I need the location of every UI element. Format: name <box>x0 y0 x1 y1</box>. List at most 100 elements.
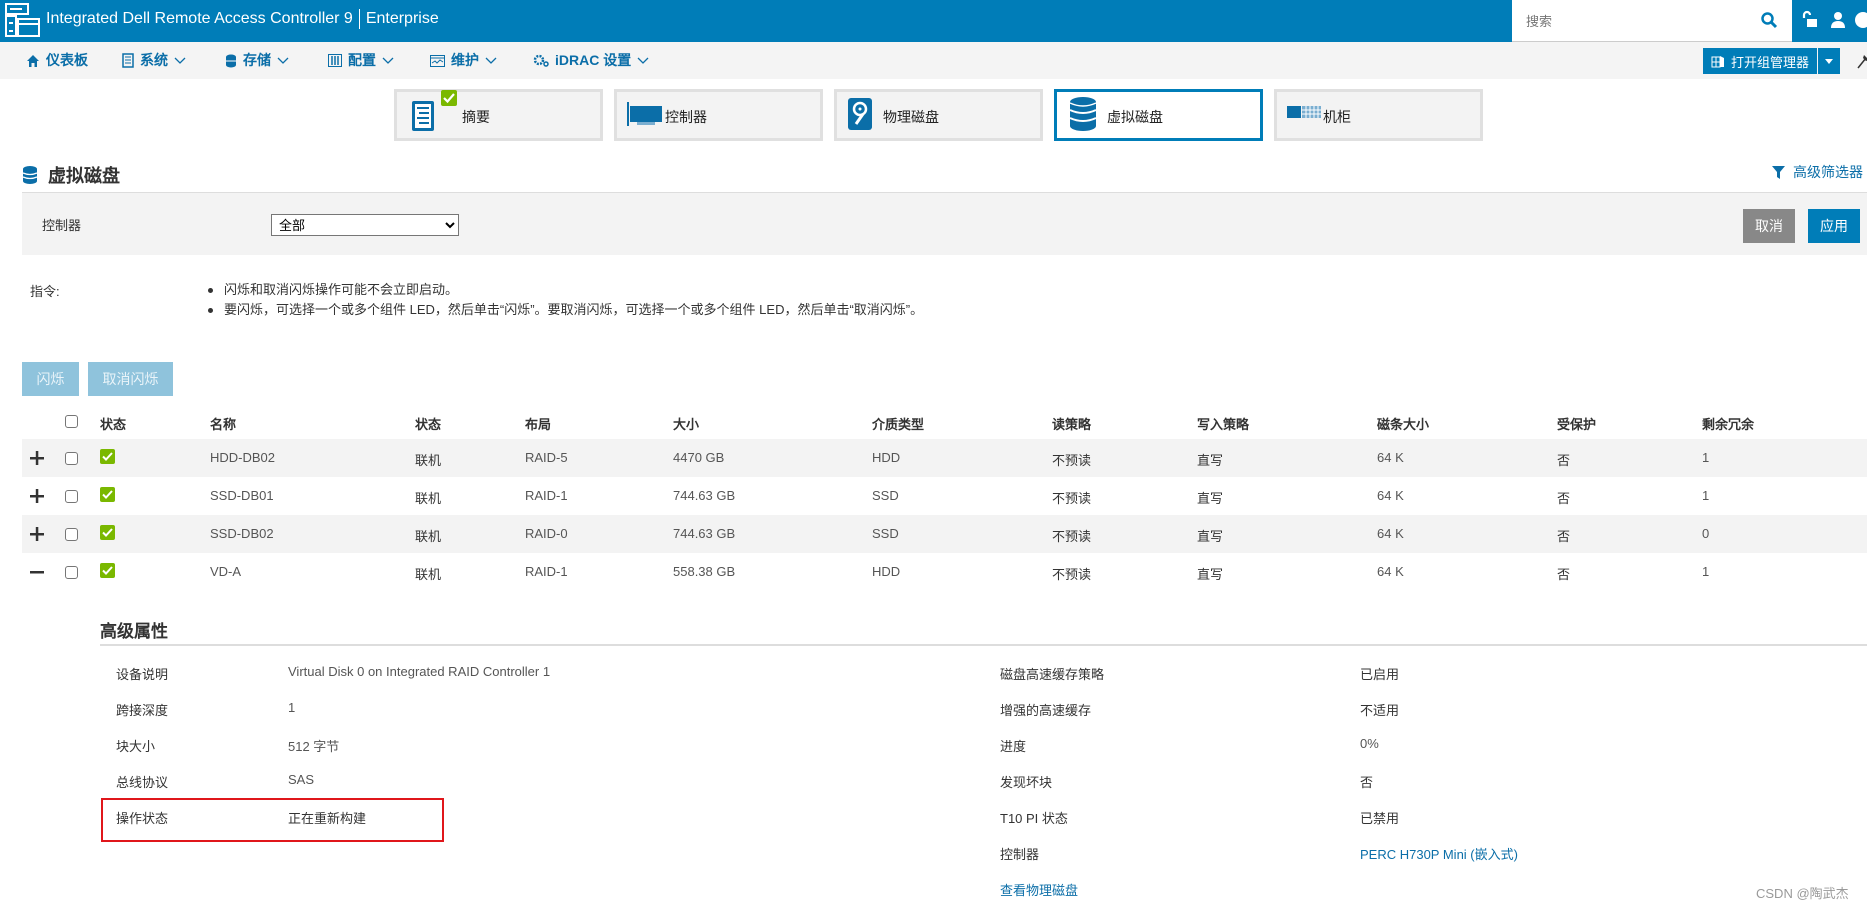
advanced-filter-link[interactable]: 高级筛选器 <box>1772 162 1863 182</box>
help-icon[interactable] <box>1853 10 1867 30</box>
column-header-read-policy[interactable]: 读策略 <box>1052 414 1091 433</box>
cell-size: 744.63 GB <box>673 526 736 541</box>
controller-filter-label: 控制器 <box>42 218 82 233</box>
instruction-item: 闪烁和取消闪烁操作可能不会立即启动。 <box>208 280 948 300</box>
column-header-write-policy[interactable]: 写入策略 <box>1197 414 1249 433</box>
storage-icon <box>226 54 236 67</box>
expand-icon[interactable] <box>29 526 45 542</box>
tab-summary-label: 摘要 <box>462 109 490 125</box>
cell-redundancy: 0 <box>1702 526 1710 541</box>
row-checkbox[interactable] <box>65 490 78 503</box>
column-header-stripe-size[interactable]: 磁条大小 <box>1377 414 1429 433</box>
column-header-size[interactable]: 大小 <box>673 414 699 433</box>
tab-controller[interactable]: 控制器 <box>614 89 823 141</box>
divider <box>100 644 1867 646</box>
controller-link[interactable]: PERC H730P Mini (嵌入式) <box>1360 844 1518 863</box>
collapse-icon[interactable] <box>29 564 45 580</box>
blink-button[interactable]: 闪烁 <box>22 362 79 396</box>
nav-system[interactable]: 系统 <box>122 42 186 79</box>
cell-state: 联机 <box>415 453 442 468</box>
cell-redundancy: 1 <box>1702 450 1710 465</box>
tab-enclosure-label: 机柜 <box>1323 109 1351 125</box>
property-value: 1 <box>288 700 296 715</box>
column-header-state[interactable]: 状态 <box>415 414 441 433</box>
user-icon[interactable] <box>1828 10 1848 30</box>
property-value: 已启用 <box>1360 667 1400 682</box>
progress-value: 0% <box>1360 736 1379 751</box>
table-row[interactable]: SSD-DB01 联机 RAID-1 744.63 GB SSD 不预读 直写 … <box>22 477 1867 515</box>
property-label: 发现坏块 <box>1000 775 1053 790</box>
property-value: 已禁用 <box>1360 811 1400 826</box>
row-checkbox[interactable] <box>65 566 78 579</box>
property-value: Virtual Disk 0 on Integrated RAID Contro… <box>288 664 551 679</box>
status-ok-icon <box>100 449 115 464</box>
nav-storage[interactable]: 存储 <box>225 42 289 79</box>
view-physical-disks-link[interactable]: 查看物理磁盘 <box>1000 880 1078 899</box>
table-header: 状态 名称 状态 布局 大小 介质类型 读策略 写入策略 磁条大小 受保护 剩余… <box>22 405 1867 439</box>
page-title: 虚拟磁盘 <box>22 162 120 188</box>
summary-icon <box>412 101 434 131</box>
status-ok-icon <box>100 487 115 502</box>
nav-idrac-settings[interactable]: iDRAC 设置 <box>533 42 649 79</box>
cell-name: HDD-DB02 <box>210 450 276 465</box>
unlock-icon[interactable] <box>1800 10 1820 30</box>
column-header-media-type[interactable]: 介质类型 <box>872 414 924 433</box>
column-header-layout[interactable]: 布局 <box>525 414 551 433</box>
column-header-remaining-redundancy[interactable]: 剩余冗余 <box>1702 414 1754 433</box>
nav-configuration[interactable]: 配置 <box>328 42 394 79</box>
tab-physical-disk[interactable]: 物理磁盘 <box>834 89 1043 141</box>
instruction-item: 要闪烁，可选择一个或多个组件 LED，然后单击“闪烁”。要取消闪烁，可选择一个或… <box>208 300 948 320</box>
property-label: 总线协议 <box>116 775 169 790</box>
cell-secured: 否 <box>1557 529 1571 544</box>
group-manager-dropdown-button[interactable] <box>1818 48 1840 74</box>
property-label: T10 PI 状态 <box>1000 811 1068 826</box>
open-group-manager-button[interactable]: 打开组管理器 <box>1703 48 1817 74</box>
top-bar: Integrated Dell Remote Access Controller… <box>0 0 1867 42</box>
select-all-checkbox[interactable] <box>65 415 78 428</box>
apply-button[interactable]: 应用 <box>1808 209 1860 243</box>
search-box[interactable] <box>1512 0 1792 42</box>
physical-disk-icon <box>848 98 872 130</box>
tab-virtual-disk[interactable]: 虚拟磁盘 <box>1054 89 1263 141</box>
cell-write-policy: 直写 <box>1197 567 1224 582</box>
table-row[interactable]: HDD-DB02 联机 RAID-5 4470 GB HDD 不预读 直写 64… <box>22 439 1867 477</box>
nav-maintenance[interactable]: 维护 <box>430 42 497 79</box>
cell-stripe-size: 64 K <box>1377 564 1404 579</box>
expand-icon[interactable] <box>29 450 45 466</box>
title-separator <box>358 9 360 29</box>
tab-enclosure[interactable]: 机柜 <box>1274 89 1483 141</box>
pin-icon[interactable] <box>1856 52 1867 70</box>
row-checkbox[interactable] <box>65 452 78 465</box>
column-header-status[interactable]: 状态 <box>100 414 126 433</box>
advanced-filter-label: 高级筛选器 <box>1793 164 1863 180</box>
search-icon[interactable] <box>1760 11 1778 29</box>
instructions-list: 闪烁和取消闪烁操作可能不会立即启动。 要闪烁，可选择一个或多个组件 LED，然后… <box>208 280 948 320</box>
cell-layout: RAID-0 <box>525 526 568 541</box>
cell-secured: 否 <box>1557 567 1571 582</box>
edition-label: Enterprise <box>365 10 439 28</box>
highlight-box <box>101 798 444 842</box>
cancel-button[interactable]: 取消 <box>1743 209 1795 243</box>
table-row[interactable]: SSD-DB02 联机 RAID-0 744.63 GB SSD 不预读 直写 … <box>22 515 1867 553</box>
nav-dashboard-label: 仪表板 <box>46 52 88 68</box>
controller-select[interactable]: 全部 <box>271 214 459 236</box>
row-checkbox[interactable] <box>65 528 78 541</box>
chevron-down-icon <box>277 57 289 64</box>
chevron-down-icon <box>485 57 497 64</box>
property-value: 512 字节 <box>288 739 340 754</box>
search-input[interactable] <box>1526 10 1746 32</box>
chevron-down-icon <box>174 57 186 64</box>
column-header-name[interactable]: 名称 <box>210 414 236 433</box>
column-header-secured[interactable]: 受保护 <box>1557 414 1596 433</box>
table-row[interactable]: VD-A 联机 RAID-1 558.38 GB HDD 不预读 直写 64 K… <box>22 553 1867 591</box>
property-label: 进度 <box>1000 739 1027 754</box>
property-value: 否 <box>1360 775 1374 790</box>
cell-layout: RAID-1 <box>525 564 568 579</box>
expand-icon[interactable] <box>29 488 45 504</box>
cell-media-type: HDD <box>872 450 901 465</box>
nav-configuration-label: 配置 <box>348 52 376 68</box>
app-title: Integrated Dell Remote Access Controller… <box>46 9 439 29</box>
unblink-button[interactable]: 取消闪烁 <box>88 362 173 396</box>
tab-summary[interactable]: 摘要 <box>394 89 603 141</box>
nav-dashboard[interactable]: 仪表板 <box>26 42 88 79</box>
